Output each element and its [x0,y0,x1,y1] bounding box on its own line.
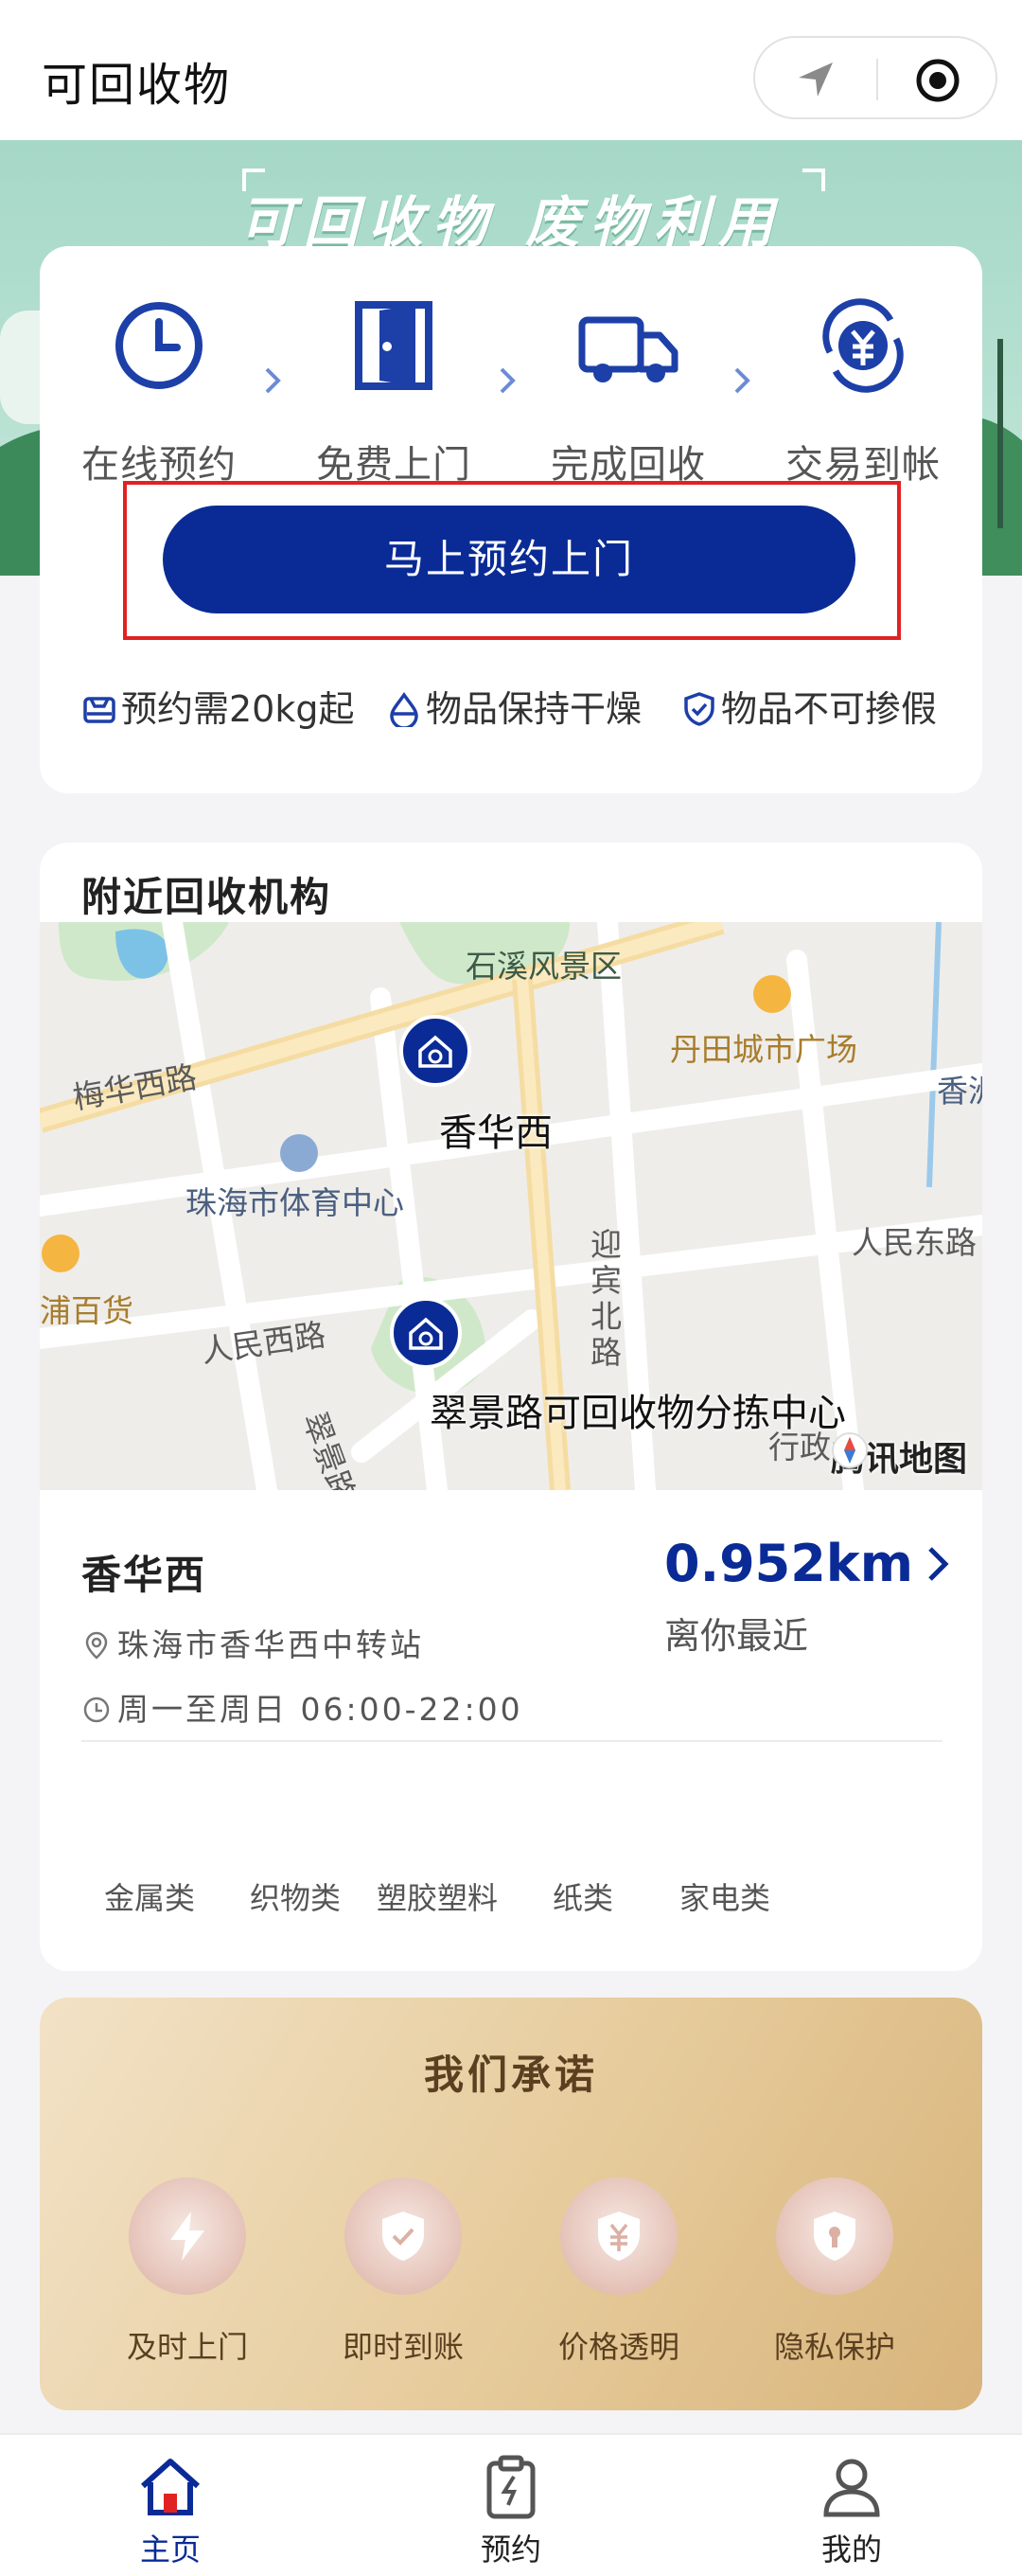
map-label: 丹田城市广场 [670,1031,857,1068]
tab-label: 预约 [480,2532,541,2567]
book-pickup-button[interactable]: 马上预约上门 [163,506,855,613]
tip-label: 物品保持干燥 [426,688,643,730]
station-hours: 周一至周日 06:00-22:00 [117,1691,523,1728]
tab-booking[interactable]: 预约 [416,2454,606,2569]
shield-check-icon [684,692,714,726]
promise-item-instant-pay: 即时到账 [308,2177,498,2367]
tip-min-weight: 预约需20kg起 [81,680,354,732]
promise-icon-circle [560,2177,678,2295]
booking-tips: 预约需20kg起 物品保持干燥 物品不可掺假 [81,680,952,737]
station-hours-row: 周一至周日 06:00-22:00 [81,1684,943,1730]
home-icon [140,2459,201,2515]
promise-heading: 我们承诺 [423,2052,598,2098]
nearby-card: 附近回收机构 石溪风景区 丹田城市广场 梅华西路 香 珠海市体育中心 迎宾北路 … [40,843,982,1971]
promise-icon-circle [344,2177,462,2295]
category-tag[interactable]: 塑胶塑料 [377,1874,498,1918]
lightning-icon [170,2212,204,2261]
location-pin-icon [85,1631,108,1660]
map-station-pin[interactable] [390,1297,462,1369]
map-station-pin[interactable] [399,1015,471,1087]
chevron-right-icon [734,367,750,394]
category-tag[interactable]: 家电类 [679,1874,770,1918]
promise-icon-circle [776,2177,893,2295]
page-title: 可回收物 [42,59,232,112]
promise-label: 价格透明 [557,2329,679,2365]
category-list: 金属类 织物类 塑胶塑料 纸类 家电类 [40,1874,982,1916]
user-icon [823,2459,880,2517]
close-target-icon[interactable] [914,57,961,104]
tencent-map-logo: 腾讯地图 [831,1431,967,1481]
tip-label: 物品不可掺假 [721,688,938,730]
map-label: 人民东路 [852,1224,977,1261]
step-transaction-credited: 交易到帐 [759,293,967,489]
banner-turbine [997,339,1003,528]
recycle-house-icon [418,1035,452,1068]
promise-item-timely: 及时上门 [93,2177,282,2367]
category-tag[interactable]: 织物类 [250,1874,341,1918]
tab-label: 我的 [820,2532,882,2567]
door-icon [355,301,432,390]
map-station-label: 翠景路可回收物分拣中心 [430,1392,846,1435]
compass-icon [831,1432,868,1468]
map-station-label: 香华西 [439,1111,553,1155]
bottom-tab-bar: 主页 预约 我的 [0,2433,1022,2576]
promise-card: 我们承诺 及时上门 即时到账 价格透明 隐私保护 [40,1998,982,2410]
clipboard-icon [486,2455,536,2519]
step-free-pickup: 免费上门 [290,293,498,489]
map-view[interactable]: 石溪风景区 丹田城市广场 梅华西路 香洲 珠海市体育中心 迎宾北路 人民东路 浦… [40,922,982,1490]
category-tag[interactable]: 纸类 [553,1874,613,1918]
shield-lock-icon [814,2212,855,2261]
tab-home[interactable]: 主页 [76,2454,265,2569]
divider [81,1740,943,1742]
chevron-right-icon [500,367,516,394]
tip-keep-dry: 物品保持干燥 [386,680,642,732]
tab-mine[interactable]: 我的 [757,2454,946,2569]
scale-icon [83,697,115,723]
nearby-heading: 附近回收机构 [81,874,332,920]
promise-label: 即时到账 [342,2329,464,2365]
station-distance[interactable]: 0.952km 离你最近 [664,1534,955,1659]
promise-icon-circle [129,2177,246,2295]
promise-item-privacy: 隐私保护 [740,2177,929,2367]
clock-icon [115,302,203,389]
category-tag[interactable]: 金属类 [104,1874,195,1918]
distance-value-row: 0.952km [664,1534,955,1593]
promise-label: 及时上门 [126,2329,248,2365]
drop-icon [390,691,418,730]
step-complete-recycle: 完成回收 [524,293,732,489]
top-bar: 可回收物 [0,0,1022,140]
map-label: 石溪风景区 [466,948,622,985]
mini-program-capsule [753,36,997,119]
promise-label: 隐私保护 [773,2329,895,2365]
truck-icon [578,316,678,382]
station-address: 珠海市香华西中转站 [117,1626,424,1663]
map-label: 迎宾北路 [590,1226,622,1371]
promise-item-transparent-price: 价格透明 [524,2177,714,2367]
booking-card: 在线预约 免费上门 完成回收 交易到帐 马上预约上门 预约需20kg起 物品保持… [40,246,982,793]
distance-note: 离你最近 [664,1615,809,1657]
shield-check-icon [382,2212,424,2261]
clock-icon [83,1697,110,1723]
tip-no-fake: 物品不可掺假 [681,680,937,732]
tip-label: 预约需20kg起 [121,688,355,730]
map-label: 香洲 [937,1073,982,1110]
tab-label: 主页 [139,2532,201,2567]
location-arrow-icon[interactable] [793,57,838,102]
distance-value: 0.952km [664,1534,913,1593]
shield-yuan-icon [598,2212,640,2261]
chevron-right-icon [928,1547,949,1581]
capsule-divider [876,59,878,100]
yuan-refresh-icon [822,298,904,393]
recycle-house-icon [409,1317,443,1350]
step-online-booking: 在线预约 [55,293,263,489]
chevron-right-icon [265,367,281,394]
map-label: 珠海市体育中心 [185,1184,404,1221]
map-label: 浦百货 [40,1292,133,1329]
